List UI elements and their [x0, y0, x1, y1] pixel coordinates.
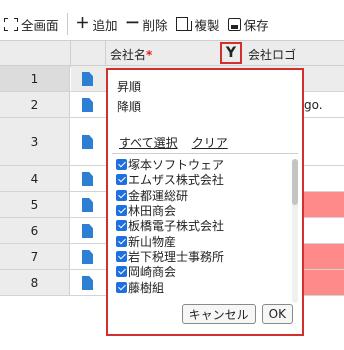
copy-icon [175, 17, 192, 31]
fullscreen-button[interactable]: 全画面 [0, 12, 63, 36]
document-icon[interactable] [82, 276, 93, 290]
company-name-label: 会社名 [110, 48, 147, 62]
highlighted-cell[interactable] [300, 270, 344, 295]
toolbar: 全画面 ＋ 追加 ー 削除 複製 保存 [0, 10, 344, 38]
panel-buttons: キャンセル OK [181, 304, 293, 324]
required-mark: * [146, 48, 153, 62]
copy-button[interactable]: 複製 [172, 12, 224, 36]
fullscreen-icon [4, 17, 18, 31]
checkbox[interactable] [116, 281, 127, 293]
divider [112, 153, 298, 154]
sort-descending[interactable]: 降順 [117, 98, 141, 115]
minus-icon: ー [125, 16, 140, 32]
filter-item[interactable]: 林田商会 [116, 203, 288, 218]
document-icon[interactable] [82, 172, 93, 186]
select-all-link[interactable]: すべて選択 [119, 134, 178, 151]
filter-item[interactable]: 板橋電子株式会社 [116, 218, 288, 233]
row-number: 8 [0, 270, 70, 295]
add-label: 追加 [92, 17, 118, 33]
filter-icon: Y [225, 45, 237, 61]
filter-item[interactable]: 藤樹組 [116, 279, 288, 295]
row-number: 4 [0, 166, 70, 191]
column-header-company-logo[interactable]: 会社ロゴ [248, 46, 296, 63]
filter-item[interactable]: 塚本ソフトウェア [116, 157, 288, 172]
filter-item[interactable]: エムザス株式会社 [116, 172, 288, 187]
row-number: 6 [0, 218, 70, 243]
checkbox[interactable] [116, 235, 127, 247]
save-button[interactable]: 保存 [224, 12, 273, 36]
filter-item-label: 藤樹組 [128, 280, 165, 295]
scrollbar-thumb[interactable] [292, 159, 298, 205]
filter-value-list: 塚本ソフトウェア エムザス株式会社 金都運総研 林田商会 板橋電子株式会社 新山… [116, 157, 288, 309]
filter-item[interactable]: 新山物産 [116, 233, 288, 249]
row-number: 7 [0, 244, 70, 269]
copy-label: 複製 [194, 17, 220, 33]
document-icon[interactable] [82, 198, 93, 212]
logo-cell-text: go. [304, 98, 323, 112]
column-divider [105, 41, 106, 67]
add-button[interactable]: ＋ 追加 [72, 12, 122, 36]
row-number: 5 [0, 192, 70, 217]
delete-label: 削除 [142, 17, 168, 33]
row-number: 1 [0, 66, 70, 91]
checkbox[interactable] [116, 220, 127, 232]
filter-item[interactable]: 岡崎商会 [116, 264, 288, 279]
column-header-company-name[interactable]: 会社名* [110, 46, 152, 63]
row-number: 3 [0, 118, 70, 165]
document-icon[interactable] [82, 250, 93, 264]
save-icon [227, 17, 241, 31]
filter-button[interactable]: Y [220, 42, 242, 64]
sort-ascending[interactable]: 昇順 [117, 78, 141, 95]
checkbox[interactable] [116, 205, 127, 217]
filter-dropdown: 昇順 降順 すべて選択 クリア 塚本ソフトウェア エムザス株式会社 金都運総研 … [106, 68, 304, 336]
plus-icon: ＋ [75, 16, 90, 32]
toolbar-divider [66, 13, 68, 35]
checkbox[interactable] [116, 159, 127, 171]
checkbox[interactable] [116, 250, 127, 262]
row-number: 2 [0, 92, 70, 117]
column-divider [70, 41, 71, 67]
cancel-button[interactable]: キャンセル [181, 304, 256, 324]
ok-button[interactable]: OK [261, 304, 293, 324]
selection-links: すべて選択 クリア [119, 134, 228, 151]
delete-button[interactable]: ー 削除 [122, 12, 172, 36]
grid-header: 会社名* Y 会社ロゴ [0, 40, 344, 67]
fullscreen-label: 全画面 [21, 17, 59, 33]
filter-item[interactable]: 金都運総研 [116, 188, 288, 203]
document-icon[interactable] [82, 98, 93, 112]
save-label: 保存 [243, 17, 269, 33]
document-icon[interactable] [82, 135, 93, 149]
filter-item[interactable]: 岩下税理士事務所 [116, 249, 288, 264]
highlighted-cell[interactable] [300, 192, 344, 217]
checkbox[interactable] [116, 189, 127, 201]
checkbox[interactable] [116, 266, 127, 278]
checkbox[interactable] [116, 174, 127, 186]
list-scrollbar[interactable] [292, 159, 298, 303]
document-icon[interactable] [82, 224, 93, 238]
clear-link[interactable]: クリア [192, 134, 228, 151]
highlighted-cell[interactable] [300, 244, 344, 269]
